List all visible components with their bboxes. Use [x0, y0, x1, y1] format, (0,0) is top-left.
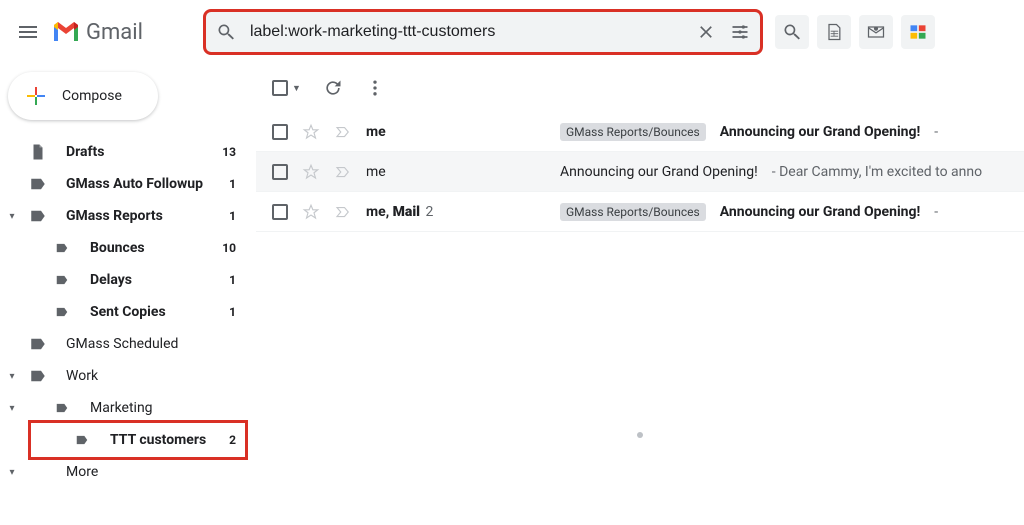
refresh-icon[interactable] [323, 78, 343, 98]
sidebar-item-count: 1 [229, 305, 244, 319]
label-icon [28, 206, 48, 226]
main-menu-icon[interactable] [16, 20, 40, 44]
expander-icon[interactable]: ▾ [0, 371, 24, 382]
expander-icon[interactable]: ▾ [0, 467, 24, 478]
sidebar-item-label: Sent Copies [90, 304, 229, 320]
sidebar-item-label: More [66, 464, 236, 480]
sidebar-item-label: GMass Reports [66, 208, 229, 224]
product-name: Gmail [86, 20, 143, 45]
sidebar-item-label: TTT customers [110, 432, 229, 448]
label-icon [28, 366, 48, 386]
row-checkbox[interactable] [272, 164, 288, 180]
star-icon[interactable] [302, 163, 320, 181]
importance-icon[interactable] [334, 123, 352, 141]
search-input[interactable] [248, 22, 696, 42]
search-options-icon[interactable] [730, 22, 750, 42]
clear-search-icon[interactable] [696, 22, 716, 42]
sidebar-item-drafts[interactable]: Drafts13 [0, 136, 256, 168]
ext-search-icon[interactable] [775, 15, 809, 49]
label-chip[interactable]: GMass Reports/Bounces [560, 123, 706, 141]
ext-reports-icon[interactable] [901, 15, 935, 49]
subject: Announcing our Grand Opening! [720, 124, 921, 140]
sidebar-item-gmass-auto-followup[interactable]: GMass Auto Followup1 [0, 168, 256, 200]
search-box[interactable] [203, 9, 763, 55]
toolbar: ▼ [256, 64, 1024, 112]
sidebar-item-count: 2 [229, 433, 244, 447]
sidebar-item-work[interactable]: ▾ Work [0, 360, 256, 392]
sidebar-item-label: GMass Scheduled [66, 336, 236, 352]
loading-indicator [637, 432, 643, 438]
star-icon[interactable] [302, 203, 320, 221]
plus-icon [24, 84, 48, 108]
sidebar-item-gmass-reports[interactable]: ▾ GMass Reports1 [0, 200, 256, 232]
sidebar-item-label: Work [66, 368, 236, 384]
label-icon [52, 398, 72, 418]
sidebar-item-gmass-scheduled[interactable]: GMass Scheduled [0, 328, 256, 360]
star-icon[interactable] [302, 123, 320, 141]
sidebar-item-marketing[interactable]: ▾ Marketing [0, 392, 256, 424]
snippet: - Dear Cammy, I'm excited to anno [772, 164, 982, 180]
label-chip[interactable]: GMass Reports/Bounces [560, 203, 706, 221]
row-checkbox[interactable] [272, 204, 288, 220]
row-checkbox[interactable] [272, 124, 288, 140]
expander-icon[interactable]: ▾ [0, 211, 24, 222]
sidebar-item-more[interactable]: ▾ More [0, 456, 256, 488]
compose-button[interactable]: Compose [8, 72, 158, 120]
label-icon [28, 334, 48, 354]
sidebar-item-label: Marketing [90, 400, 236, 416]
label-icon [28, 142, 48, 162]
subject: Announcing our Grand Opening! [560, 164, 758, 180]
label-icon [28, 174, 48, 194]
sidebar: Compose Drafts13GMass Auto Followup1▾GMa… [0, 64, 256, 525]
search-icon [216, 22, 236, 42]
sidebar-item-label: Bounces [90, 240, 222, 256]
label-icon [72, 430, 92, 450]
importance-icon[interactable] [334, 203, 352, 221]
ext-sheet-icon[interactable] [817, 15, 851, 49]
select-all-checkbox[interactable]: ▼ [272, 80, 301, 96]
subject: Announcing our Grand Opening! [720, 204, 921, 220]
sender: me [366, 124, 546, 140]
ext-mail-icon[interactable] [859, 15, 893, 49]
label-icon [28, 462, 48, 482]
sender: me [366, 164, 546, 180]
main-pane: ▼ me GMass Reports/Bounces Announcing our … [256, 64, 1024, 525]
sender: me, Mail 2 [366, 204, 546, 220]
sidebar-item-bounces[interactable]: Bounces10 [0, 232, 256, 264]
sidebar-item-count: 1 [229, 273, 244, 287]
sidebar-item-label: GMass Auto Followup [66, 176, 229, 192]
sidebar-item-sent-copies[interactable]: Sent Copies1 [0, 296, 256, 328]
importance-icon[interactable] [334, 163, 352, 181]
compose-label: Compose [62, 88, 122, 104]
sidebar-item-label: Drafts [66, 144, 222, 160]
snippet: - [934, 204, 938, 220]
more-icon[interactable] [365, 78, 385, 98]
label-icon [52, 238, 72, 258]
expander-icon[interactable]: ▾ [0, 403, 24, 414]
label-icon [52, 302, 72, 322]
sidebar-item-label: Delays [90, 272, 229, 288]
label-icon [52, 270, 72, 290]
email-row[interactable]: me, Mail 2 GMass Reports/Bounces Announcin… [256, 192, 1024, 232]
sidebar-item-delays[interactable]: Delays1 [0, 264, 256, 296]
sidebar-item-count: 13 [222, 145, 244, 159]
snippet: - [934, 124, 938, 140]
sidebar-item-count: 10 [222, 241, 244, 255]
email-row[interactable]: me Announcing our Grand Opening! - Dear C… [256, 152, 1024, 192]
sidebar-item-count: 1 [229, 209, 244, 223]
sidebar-item-ttt-customers[interactable]: TTT customers2 [0, 424, 256, 456]
email-row[interactable]: me GMass Reports/Bounces Announcing our Gr… [256, 112, 1024, 152]
sidebar-item-count: 1 [229, 177, 244, 191]
gmail-logo[interactable]: Gmail [52, 20, 143, 45]
